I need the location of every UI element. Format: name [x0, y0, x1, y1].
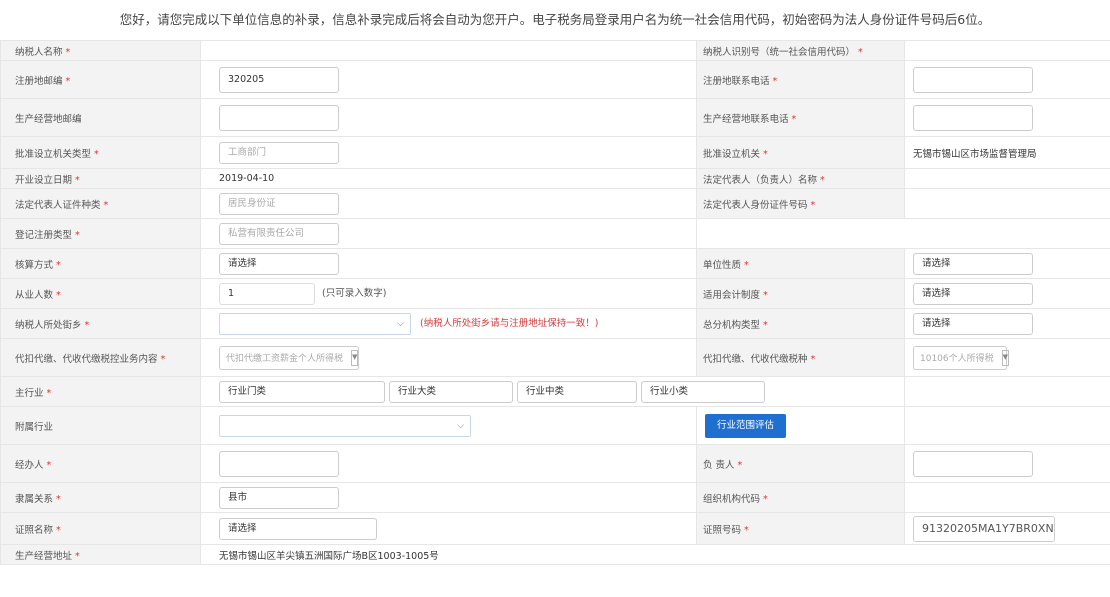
label-taxpayer-name: 纳税人名称 — [0, 40, 201, 61]
empty-cell — [904, 376, 1110, 407]
label-biz-postcode: 生产经营地邮编 — [0, 98, 201, 137]
chevron-down-icon: ⌵ — [397, 318, 404, 329]
form-row: 隶属关系 县市 组织机构代码 — [0, 482, 1110, 513]
value-org-code — [904, 482, 1110, 513]
license-number-field[interactable]: 91320205MA1Y7BR0XN — [913, 515, 1055, 542]
label-accounting-method: 核算方式 — [0, 248, 201, 279]
withholding-business-combo[interactable]: 代扣代缴工资薪金个人所得税 ▼ — [219, 345, 359, 370]
form-row: 开业设立日期 2019-04-10 法定代表人（负责人）名称 — [0, 168, 1110, 189]
value-legal-rep-id-number — [904, 188, 1110, 219]
notice-text: 您好，请您完成以下单位信息的补录，信息补录完成后将会自动为您开户。电子税务局登录… — [119, 12, 991, 27]
reg-type-field: 私营有限责任公司 — [219, 222, 339, 245]
label-biz-address: 生产经营地址 — [0, 544, 201, 565]
label-approval-org: 批准设立机关 — [696, 136, 905, 169]
form-row: 纳税人名称 纳税人识别号（统一社会信用代码） — [0, 40, 1110, 61]
chevron-down-icon: ▼ — [351, 349, 359, 366]
industry-minor-select[interactable]: 行业小类 — [641, 380, 765, 403]
label-reg-type: 登记注册类型 — [0, 218, 201, 249]
withholding-tax-type-value: 10106个人所得税 — [920, 354, 994, 364]
label-legal-rep-id-type: 法定代表人证件种类 — [0, 188, 201, 219]
reg-postcode-input[interactable]: 320205 — [219, 66, 339, 93]
reg-phone-input[interactable] — [913, 66, 1033, 93]
form-row: 批准设立机关类型 工商部门 批准设立机关 无锡市锡山区市场监督管理局 — [0, 136, 1110, 169]
withholding-tax-type-combo[interactable]: 10106个人所得税 ▼ — [913, 345, 1010, 370]
label-approval-org-type: 批准设立机关类型 — [0, 136, 201, 169]
label-open-date: 开业设立日期 — [0, 168, 201, 189]
value-biz-address: 无锡市锡山区羊尖镇五洲国际广场B区1003-1005号 — [200, 544, 1110, 565]
industry-major-select[interactable]: 行业大类 — [389, 380, 513, 403]
label-main-industry: 主行业 — [0, 376, 201, 407]
chevron-down-icon: ⌵ — [457, 420, 464, 431]
label-withholding-business: 代扣代缴、代收代缴税控业务内容 — [0, 338, 201, 377]
form-row: 附属行业 ⌵ 行业范围评估 — [0, 406, 1110, 445]
unit-nature-select[interactable]: 请选择 — [913, 252, 1033, 275]
form-row: 从业人数 1 (只可录入数字) 适用会计制度 请选择 — [0, 278, 1110, 309]
employees-input[interactable]: 1 — [219, 282, 315, 305]
form-row: 代扣代缴、代收代缴税控业务内容 代扣代缴工资薪金个人所得税 ▼ 代扣代缴、代收代… — [0, 338, 1110, 377]
employees-hint: (只可录入数字) — [322, 288, 387, 299]
form-row: 法定代表人证件种类 居民身份证 法定代表人身份证件号码 — [0, 188, 1110, 219]
label-license-name: 证照名称 — [0, 512, 201, 545]
label-biz-phone: 生产经营地联系电话 — [696, 98, 905, 137]
branch-type-select[interactable]: 请选择 — [913, 312, 1033, 335]
handler-input[interactable] — [219, 450, 339, 477]
industry-scope-assess-button[interactable]: 行业范围评估 — [705, 413, 787, 438]
label-affiliation: 隶属关系 — [0, 482, 201, 513]
sub-industry-select[interactable]: ⌵ — [219, 414, 471, 437]
label-employees: 从业人数 — [0, 278, 201, 309]
form-row: 生产经营地邮编 生产经营地联系电话 — [0, 98, 1110, 137]
form-row: 证照名称 请选择 证照号码 91320205MA1Y7BR0XN — [0, 512, 1110, 545]
label-street: 纳税人所处街乡 — [0, 308, 201, 339]
approval-org-type-field: 工商部门 — [219, 141, 339, 164]
value-legal-rep-name — [904, 168, 1110, 189]
label-org-code: 组织机构代码 — [696, 482, 905, 513]
label-handler: 经办人 — [0, 444, 201, 483]
accounting-system-select[interactable]: 请选择 — [913, 282, 1033, 305]
label-license-number: 证照号码 — [696, 512, 905, 545]
value-open-date: 2019-04-10 — [200, 168, 697, 189]
form-row: 登记注册类型 私营有限责任公司 — [0, 218, 1110, 249]
withholding-business-value: 代扣代缴工资薪金个人所得税 — [226, 354, 344, 364]
label-legal-rep-id-number: 法定代表人身份证件号码 — [696, 188, 905, 219]
label-accounting-system: 适用会计制度 — [696, 278, 905, 309]
form-row: 注册地邮编 320205 注册地联系电话 — [0, 60, 1110, 99]
responsible-person-input[interactable] — [913, 450, 1033, 477]
form-row: 生产经营地址 无锡市锡山区羊尖镇五洲国际广场B区1003-1005号 — [0, 544, 1110, 565]
empty-cell — [904, 406, 1110, 445]
value-taxpayer-name — [200, 40, 697, 61]
label-withholding-tax-type: 代扣代缴、代收代缴税种 — [696, 338, 905, 377]
empty-cell — [696, 218, 1110, 249]
chevron-down-icon: ▼ — [1001, 349, 1010, 366]
label-taxpayer-id: 纳税人识别号（统一社会信用代码） — [696, 40, 905, 61]
accounting-method-select[interactable]: 请选择 — [219, 252, 339, 275]
street-select[interactable]: ⌵ — [219, 312, 411, 335]
label-unit-nature: 单位性质 — [696, 248, 905, 279]
value-taxpayer-id — [904, 40, 1110, 61]
label-sub-industry: 附属行业 — [0, 406, 201, 445]
label-branch-type: 总分机构类型 — [696, 308, 905, 339]
form-row: 核算方式 请选择 单位性质 请选择 — [0, 248, 1110, 279]
street-warning: (纳税人所处街乡请与注册地址保持一致！) — [420, 318, 599, 329]
industry-middle-select[interactable]: 行业中类 — [517, 380, 637, 403]
affiliation-select[interactable]: 县市 — [219, 486, 339, 509]
label-reg-postcode: 注册地邮编 — [0, 60, 201, 99]
label-reg-phone: 注册地联系电话 — [696, 60, 905, 99]
value-approval-org: 无锡市锡山区市场监督管理局 — [904, 136, 1110, 169]
biz-postcode-input[interactable] — [219, 104, 339, 131]
label-legal-rep-name: 法定代表人（负责人）名称 — [696, 168, 905, 189]
form-row: 主行业 行业门类行业大类行业中类行业小类 — [0, 376, 1110, 407]
form-row: 经办人 负 责人 — [0, 444, 1110, 483]
industry-category-select[interactable]: 行业门类 — [219, 380, 385, 403]
form-row: 纳税人所处街乡 ⌵ (纳税人所处街乡请与注册地址保持一致！) 总分机构类型 请选… — [0, 308, 1110, 339]
taxpayer-info-form: 纳税人名称 纳税人识别号（统一社会信用代码） 注册地邮编 320205 注册地联… — [0, 40, 1110, 565]
label-responsible-person: 负 责人 — [696, 444, 905, 483]
license-name-select[interactable]: 请选择 — [219, 517, 377, 540]
legal-rep-id-type-field: 居民身份证 — [219, 192, 339, 215]
biz-phone-input[interactable] — [913, 104, 1033, 131]
